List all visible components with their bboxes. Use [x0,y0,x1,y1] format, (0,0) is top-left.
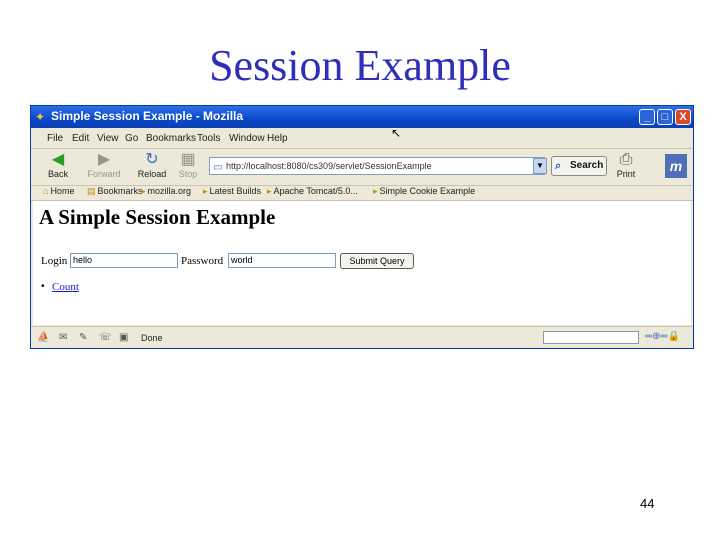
maximize-button[interactable]: □ [657,109,673,125]
mouse-cursor-icon: ↖ [391,126,402,140]
menu-help[interactable]: Help [267,133,288,144]
bookmark-home-label: Home [50,186,75,196]
password-input[interactable]: world [228,253,336,268]
print-button[interactable]: ⎙ Print [609,151,643,183]
bookmark-tomcat[interactable]: ▸ Apache Tomcat/5.0... [267,186,358,197]
bookmark-mozilla-label: mozilla.org [147,186,192,196]
back-label: Back [47,169,68,179]
print-label: Print [616,169,636,179]
menu-bookmarks[interactable]: Bookmarks [146,133,196,144]
menu-edit[interactable]: Edit [72,133,89,144]
bookmark-latest-builds[interactable]: ▸ Latest Builds [203,186,261,197]
progress-bar [543,331,639,344]
back-arrow-icon: ◀ [51,151,65,168]
status-bar: ⛵ ✉ ✎ ☏ ▣ Done ═⊕═🔒 [31,326,693,349]
back-button[interactable]: ◀ Back [41,151,75,183]
page-content: A Simple Session Example Login hello Pas… [33,201,691,325]
menu-view[interactable]: View [97,133,119,144]
forward-label: Forward [87,169,121,179]
stop-button[interactable]: ▦ Stop [171,151,205,183]
bookmark-icon: ▸ [267,186,272,196]
slide-title: Session Example [209,41,511,90]
bookmark-cookie-example[interactable]: ▸ Simple Cookie Example [373,186,475,197]
menu-go[interactable]: Go [125,133,138,144]
printer-icon: ⎙ [619,151,633,168]
status-text: Done [141,333,163,343]
address-book-icon[interactable]: ▣ [119,332,128,343]
password-label: Password [181,255,224,267]
submit-query-button[interactable]: Submit Query [340,253,414,269]
menu-window[interactable]: Window [229,133,265,144]
search-button[interactable]: ⌕ Search [551,156,607,176]
slide-number: 44 [640,496,655,511]
chat-icon[interactable]: ☏ [99,332,112,343]
navigator-icon[interactable]: ⛵ [37,332,49,343]
bookmark-icon: ▸ [203,186,208,196]
bookmarks-icon: ▤ [87,186,96,196]
forward-arrow-icon: ▶ [97,151,111,168]
security-lock-icon: ═⊕═🔒 [645,331,680,342]
page-icon: ▭ [213,162,223,173]
home-icon: ⌂ [43,186,49,196]
close-button[interactable]: X [675,109,691,125]
menu-file[interactable]: File [47,133,63,144]
composer-icon[interactable]: ✎ [79,332,87,343]
page-heading: A Simple Session Example [39,205,276,229]
login-label: Login [41,255,68,267]
bookmark-bookmarks[interactable]: ▤ Bookmarks [87,186,143,197]
bookmark-tomcat-label: Apache Tomcat/5.0... [273,186,358,196]
bookmark-bookmarks-label: Bookmarks [97,186,143,196]
stop-icon: ▦ [180,151,196,168]
reload-button[interactable]: ↻ Reload [135,151,169,183]
search-icon: ⌕ [555,160,562,172]
bookmarks-toolbar: ⌂ Home ▤ Bookmarks ▸ mozilla.org ▸ Latest Bu… [31,184,693,201]
url-text: http://localhost:8080/cs309/servlet/Sess… [226,161,432,171]
bookmark-home[interactable]: ⌂ Home [43,186,74,196]
minimize-button[interactable]: _ [639,109,655,125]
bookmark-icon: ▸ [141,186,146,196]
navigation-toolbar: ◀ Back ▶ Forward ↻ Reload ▦ Stop ▭ http:… [31,148,693,186]
browser-window: ✦ Simple Session Example - Mozilla _ □ X… [30,105,694,349]
login-input[interactable]: hello [70,253,178,268]
bookmark-mozilla[interactable]: ▸ mozilla.org [141,186,191,197]
mail-icon[interactable]: ✉ [59,332,67,343]
bullet-icon: • [41,281,45,292]
bookmark-icon: ▸ [373,186,378,196]
mozilla-logo-icon: ✦ [35,110,46,124]
url-bar[interactable]: ▭ http://localhost:8080/cs309/servlet/Se… [209,157,545,175]
bookmark-cookie-example-label: Simple Cookie Example [379,186,476,196]
menu-tools[interactable]: Tools [197,133,220,144]
window-title: Simple Session Example - Mozilla [51,109,244,123]
menu-bar: File Edit View Go Bookmarks Tools Window… [31,130,693,148]
title-bar[interactable]: ✦ Simple Session Example - Mozilla _ □ X [31,106,693,128]
bookmark-latest-builds-label: Latest Builds [209,186,262,196]
forward-button[interactable]: ▶ Forward [87,151,121,183]
search-label: Search [570,160,604,171]
stop-label: Stop [178,169,198,179]
count-link[interactable]: Count [52,281,79,293]
url-dropdown-button[interactable]: ▼ [533,158,547,174]
reload-icon: ↻ [145,151,159,168]
reload-label: Reload [137,169,167,179]
mozilla-throbber-icon: m [665,154,687,178]
